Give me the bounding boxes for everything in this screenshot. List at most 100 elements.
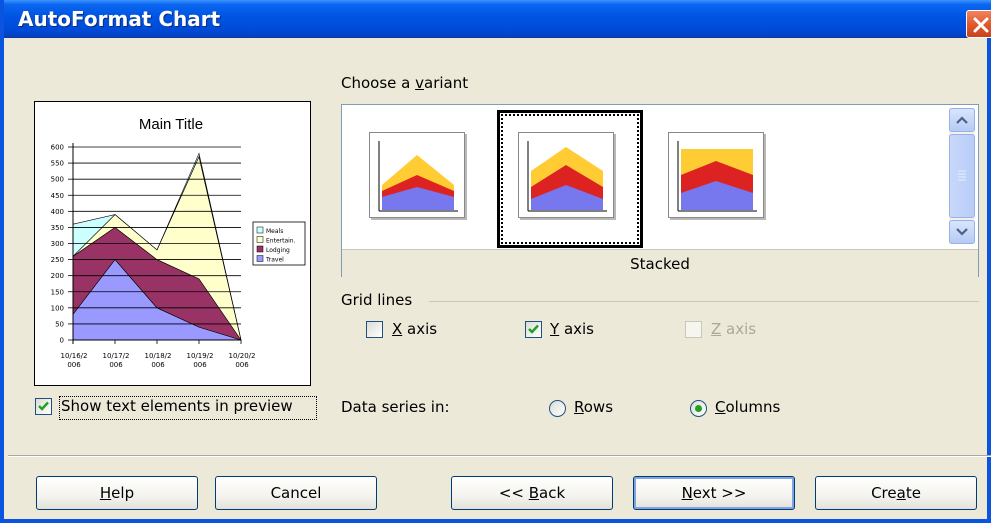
- x-rest: axis: [402, 320, 438, 338]
- close-button[interactable]: [966, 10, 991, 38]
- z-axis-label: Z axis: [711, 320, 756, 338]
- legend-swatch: [256, 245, 264, 253]
- x-tick-label: 10/17/2: [103, 352, 130, 360]
- create-rest: te: [905, 484, 921, 502]
- preview-chart: Main Title 0 50 100 150 200 250 300 350 400 450 500…: [51, 116, 306, 369]
- y-tick-label: 50: [55, 320, 64, 328]
- legend-swatch: [256, 236, 264, 243]
- y-tick-label: 550: [51, 160, 64, 168]
- next-accel: N: [681, 484, 693, 502]
- checkmark-icon: [528, 324, 539, 334]
- y-tick-label: 400: [51, 208, 64, 216]
- heading-prefix: Choose a: [341, 74, 416, 92]
- chevron-down-icon: [956, 228, 968, 236]
- z-accel: Z: [711, 320, 722, 338]
- y-tick-label: 600: [51, 144, 64, 152]
- legend-label: Meals: [266, 228, 283, 235]
- rows-rest: ows: [583, 398, 614, 416]
- columns-radio[interactable]: [690, 400, 707, 417]
- back-accel: B: [528, 484, 540, 502]
- x-tick-label: 10/20/2: [229, 352, 256, 360]
- percent-stacked-area-icon: [677, 141, 757, 212]
- checkmark-icon: [38, 401, 49, 411]
- z-rest: axis: [721, 320, 757, 338]
- title-bar[interactable]: AutoFormat Chart: [4, 0, 991, 38]
- back-rest: ack: [539, 484, 566, 502]
- y-tick-label: 0: [60, 337, 64, 345]
- next-rest: ext >>: [692, 484, 747, 502]
- y-tick-label: 100: [51, 304, 64, 312]
- y-tick-label: 300: [51, 240, 64, 248]
- selected-variant-name: Stacked: [342, 249, 978, 277]
- scroll-up-button[interactable]: [949, 108, 975, 132]
- rows-label[interactable]: Rows: [574, 398, 613, 416]
- normal-area-icon: [378, 141, 458, 212]
- back-pre: <<: [498, 484, 529, 502]
- close-icon: [973, 17, 989, 33]
- x-axis-checkbox[interactable]: [366, 321, 383, 338]
- variant-thumb-stacked[interactable]: [518, 132, 614, 218]
- window-title: AutoFormat Chart: [18, 7, 221, 31]
- show-text-elements-label[interactable]: Show text elements in preview: [61, 397, 293, 415]
- rows-accel: R: [574, 398, 584, 416]
- legend-label: Travel: [265, 257, 284, 264]
- x-tick-label: 006: [109, 361, 123, 369]
- radio-selected-dot: [695, 405, 702, 412]
- y-accel: Y: [550, 320, 560, 338]
- grid-lines-heading: Grid lines: [341, 291, 413, 309]
- button-separator: [8, 455, 991, 457]
- data-series-label: Data series in:: [341, 398, 450, 416]
- y-tick-label: 500: [51, 176, 64, 184]
- x-tick-label: 006: [67, 361, 81, 369]
- cancel-text: Cancel: [270, 484, 322, 502]
- x-tick-label: 006: [151, 361, 165, 369]
- help-rest: elp: [111, 484, 135, 502]
- y-axis-checkbox[interactable]: [525, 321, 542, 338]
- stacked-area-icon: [527, 141, 607, 212]
- show-text-label-text: Show text elements in preview: [61, 397, 293, 415]
- heading-suffix: ariant: [424, 74, 469, 92]
- help-accel: H: [99, 484, 112, 502]
- legend-swatch: [256, 226, 264, 234]
- cancel-button[interactable]: Cancel: [215, 476, 377, 510]
- choose-variant-heading: Choose a variant: [341, 74, 468, 92]
- autoformat-chart-dialog: AutoFormat Chart Main Title 0 50 100 150 200 2…: [0, 0, 991, 523]
- y-axis-label[interactable]: Y axis: [550, 320, 594, 338]
- variant-thumb-normal[interactable]: [369, 132, 465, 218]
- next-button[interactable]: Next >>: [633, 476, 795, 510]
- heading-accel: v: [415, 74, 424, 92]
- create-pre: Cre: [871, 484, 897, 502]
- x-axis-label[interactable]: X axis: [392, 320, 437, 338]
- x-tick-label: 10/18/2: [145, 352, 172, 360]
- chart-preview: Main Title 0 50 100 150 200 250 300 350 400 450 500…: [34, 101, 311, 386]
- rows-radio[interactable]: [549, 400, 566, 417]
- z-axis-checkbox: [685, 321, 702, 338]
- columns-label[interactable]: Columns: [715, 398, 780, 416]
- y-tick-label: 150: [51, 288, 64, 296]
- variant-scrollbar[interactable]: [949, 108, 975, 244]
- scroll-down-button[interactable]: [949, 220, 975, 244]
- x-tick-label: 10/16/2: [61, 352, 88, 360]
- show-text-elements-checkbox[interactable]: [35, 398, 52, 415]
- y-tick-label: 250: [51, 256, 64, 264]
- columns-accel: C: [715, 398, 726, 416]
- y-rest: axis: [559, 320, 594, 338]
- back-button[interactable]: << Back: [451, 476, 613, 510]
- help-button[interactable]: Help: [36, 476, 198, 510]
- y-tick-label: 350: [51, 224, 64, 232]
- x-tick-label: 10/19/2: [187, 352, 214, 360]
- legend-swatch: [256, 255, 264, 262]
- grip-icon: [958, 170, 966, 181]
- variant-thumb-percent-stacked[interactable]: [668, 132, 764, 218]
- legend-label: Lodging: [266, 247, 290, 254]
- x-accel: X: [392, 320, 403, 338]
- create-button[interactable]: Create: [815, 476, 977, 510]
- x-tick-label: 006: [193, 361, 207, 369]
- create-accel: a: [896, 484, 906, 502]
- grid-lines-divider: [429, 301, 979, 302]
- columns-rest: olumns: [725, 398, 781, 416]
- scroll-thumb[interactable]: [949, 134, 975, 218]
- y-tick-label: 450: [51, 192, 64, 200]
- legend-label: Entertain.: [266, 238, 296, 245]
- x-tick-label: 006: [235, 361, 249, 369]
